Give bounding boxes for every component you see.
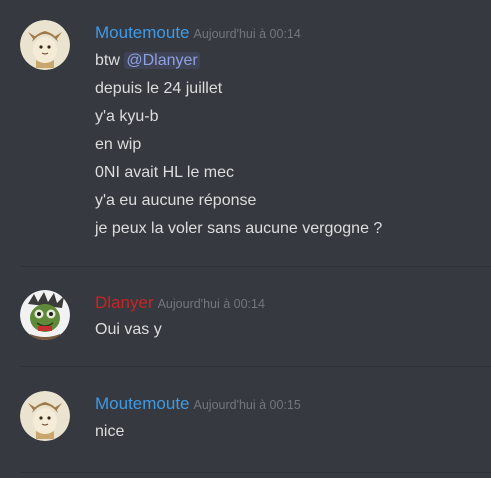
message-line: y'a kyu-b: [95, 108, 159, 125]
message-text: btw: [95, 52, 125, 69]
message-line: je peux la voler sans aucune vergogne ?: [95, 220, 383, 237]
username[interactable]: Moutemoute: [95, 23, 190, 42]
message-header: Dlanyer Aujourd'hui à 00:14: [95, 292, 265, 314]
message-line: depuis le 24 juillet: [95, 80, 223, 97]
timestamp: Aujourd'hui à 00:14: [193, 27, 301, 41]
message-divider: [20, 266, 491, 267]
user-mention[interactable]: @Dlanyer: [124, 52, 200, 69]
chat-messages: Moutemoute Aujourd'hui à 00:14 btw @Dlany…: [0, 0, 491, 478]
message-divider: [20, 472, 491, 473]
timestamp: Aujourd'hui à 00:15: [193, 398, 301, 412]
username[interactable]: Moutemoute: [95, 394, 190, 413]
chibi-character-icon: [20, 20, 70, 70]
message-divider: [20, 366, 491, 367]
message-header: Moutemoute Aujourd'hui à 00:14: [95, 22, 301, 44]
avatar[interactable]: [20, 391, 70, 441]
username[interactable]: Dlanyer: [95, 293, 154, 312]
message-line: en wip: [95, 136, 142, 153]
avatar[interactable]: [20, 290, 70, 340]
chibi-character-icon: [20, 391, 70, 441]
message-line: 0NI avait HL le mec: [95, 164, 235, 181]
green-creature-icon: [20, 290, 70, 340]
message-header: Moutemoute Aujourd'hui à 00:15: [95, 393, 301, 415]
message-line: y'a eu aucune réponse: [95, 192, 257, 209]
message-line: nice: [95, 423, 125, 440]
message-line: btw @Dlanyer: [95, 51, 200, 71]
avatar[interactable]: [20, 20, 70, 70]
message-line: Oui vas y: [95, 321, 162, 338]
timestamp: Aujourd'hui à 00:14: [157, 297, 265, 311]
